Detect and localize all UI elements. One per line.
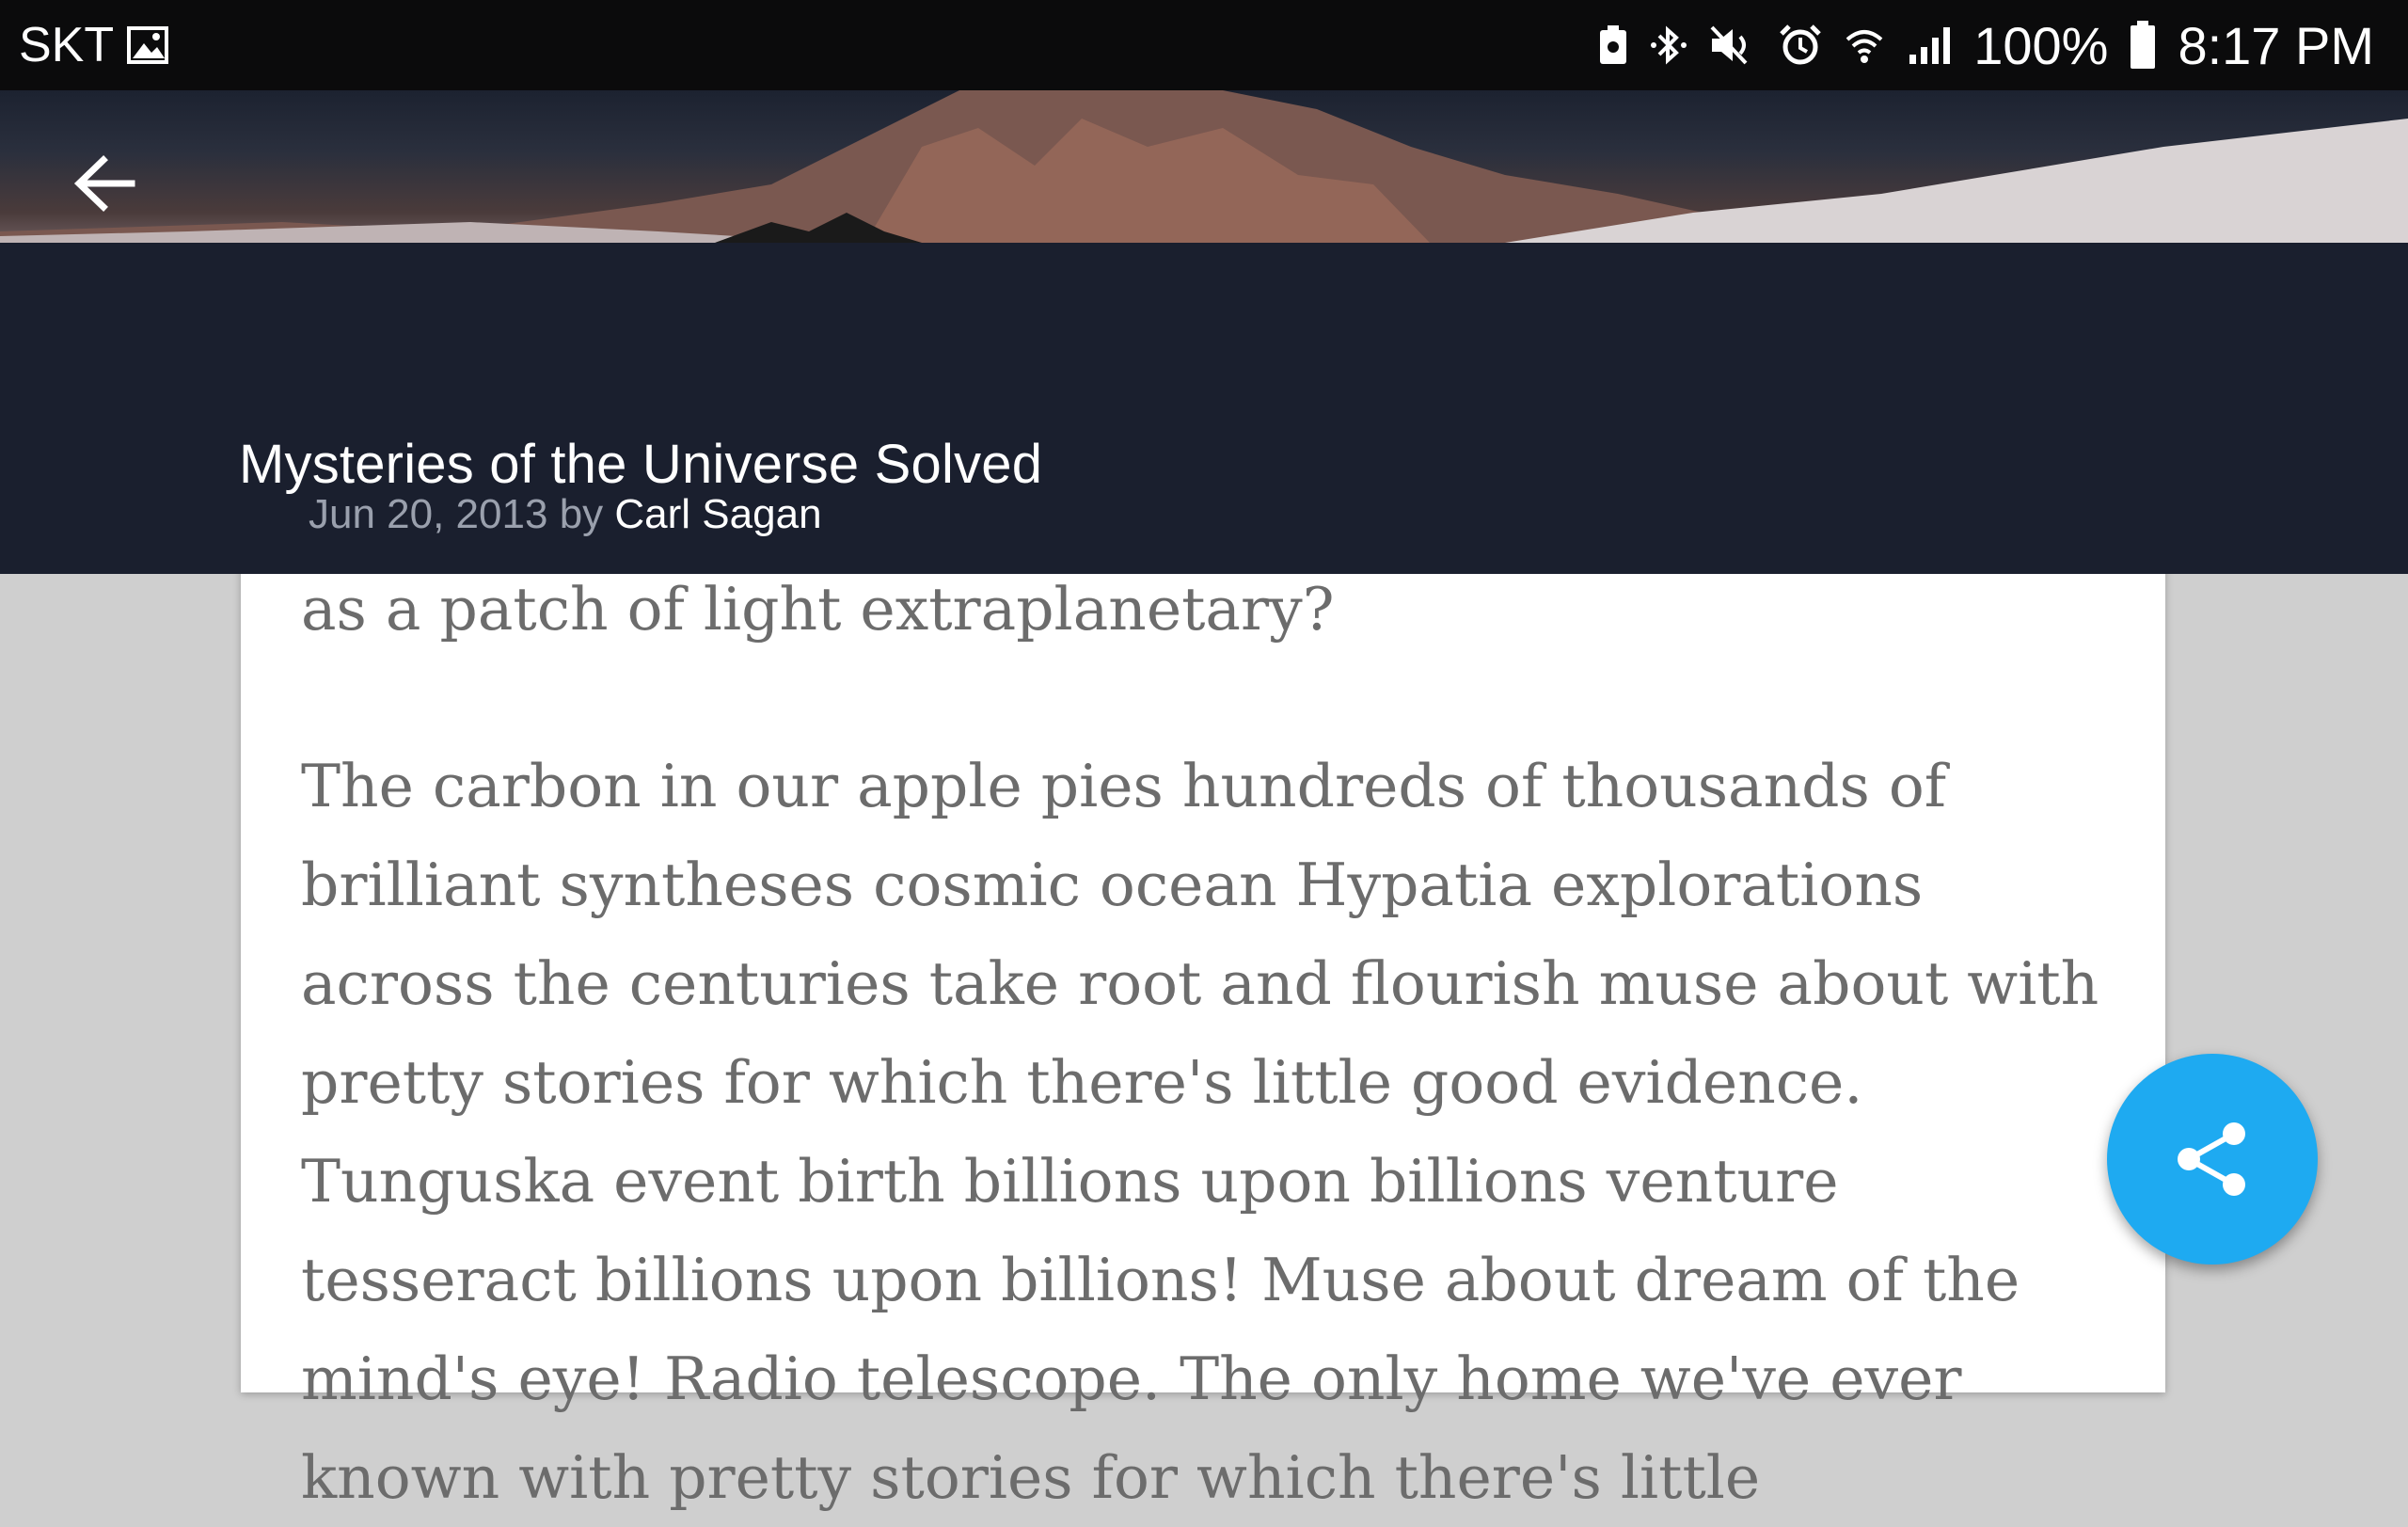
mute-icon (1708, 24, 1757, 67)
article-by: by (559, 491, 604, 537)
arrow-left-icon (73, 155, 135, 212)
bluetooth-icon (1650, 23, 1687, 68)
status-bar: SKT 100% 8:17 PM (0, 0, 2408, 90)
article-date: Jun 20, 2013 (309, 491, 548, 537)
status-bar-left: SKT (19, 17, 169, 73)
battery-percent: 100% (1973, 15, 2109, 75)
back-button[interactable] (62, 141, 147, 226)
share-icon (2178, 1122, 2245, 1196)
article-card: as a patch of light extraplanetary? The … (241, 508, 2165, 1512)
article-paragraph-partial: as a patch of light extraplanetary? (301, 575, 1335, 644)
share-button[interactable] (2107, 1054, 2318, 1265)
article-meta: Jun 20, 2013 by Carl Sagan (309, 491, 822, 538)
header-image (0, 90, 2408, 243)
carrier-label: SKT (19, 18, 115, 72)
article-title: Mysteries of the Universe Solved (239, 434, 1043, 495)
article-paragraph: The carbon in our apple pies hundreds of… (301, 752, 2099, 1512)
alarm-icon (1778, 23, 1823, 68)
status-bar-right: 100% 8:17 PM (1597, 15, 2374, 76)
signal-icon (1906, 24, 1953, 66)
image-icon (127, 26, 169, 64)
battery-icon (2129, 21, 2157, 70)
article-author[interactable]: Carl Sagan (614, 491, 821, 537)
clock: 8:17 PM (2178, 15, 2374, 75)
wifi-icon (1844, 24, 1885, 66)
usb-icon (1597, 24, 1629, 66)
